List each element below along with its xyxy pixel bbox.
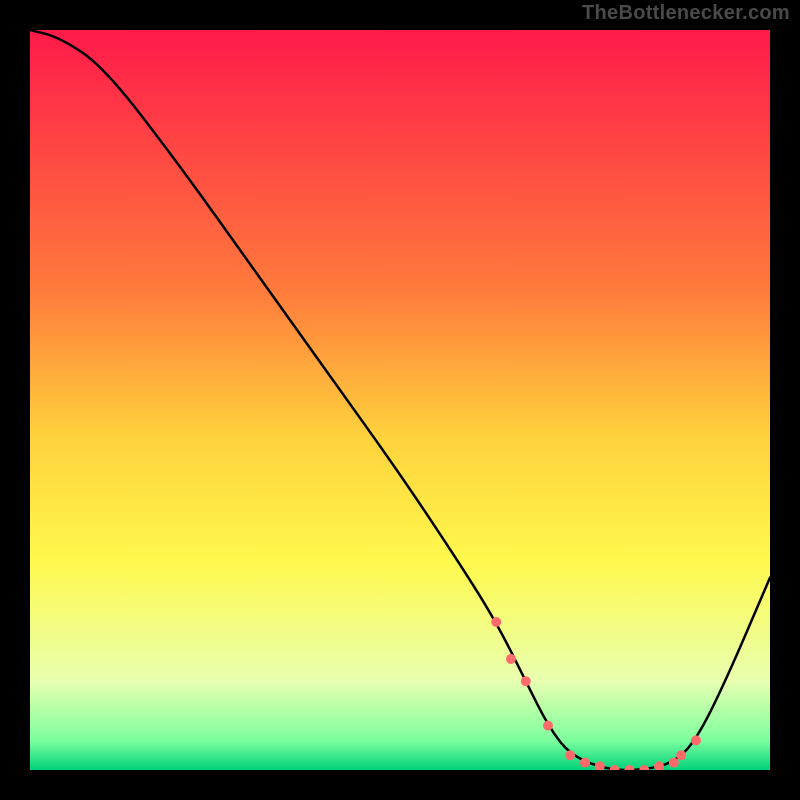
marker-point <box>521 676 531 686</box>
chart-svg <box>30 30 770 770</box>
marker-point <box>580 758 590 768</box>
marker-point <box>676 750 686 760</box>
chart-frame: TheBottlenecker.com <box>0 0 800 800</box>
marker-point <box>543 721 553 731</box>
marker-point <box>506 654 516 664</box>
plot-area <box>30 30 770 770</box>
marker-point <box>669 758 679 768</box>
gradient-background <box>30 30 770 770</box>
marker-point <box>565 750 575 760</box>
marker-point <box>691 735 701 745</box>
watermark-text: TheBottlenecker.com <box>582 2 790 25</box>
marker-point <box>491 617 501 627</box>
